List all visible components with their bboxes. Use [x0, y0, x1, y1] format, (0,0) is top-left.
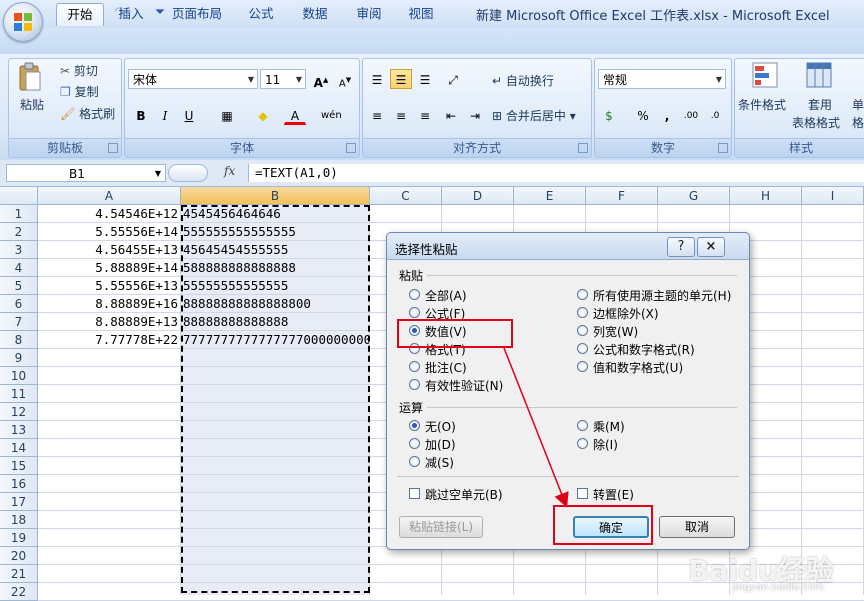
office-logo-icon [14, 13, 32, 31]
office-button[interactable] [3, 2, 43, 42]
annotation-arrow [503, 347, 569, 508]
baidu-watermark-url: jingyan.baidu.com [731, 582, 824, 593]
